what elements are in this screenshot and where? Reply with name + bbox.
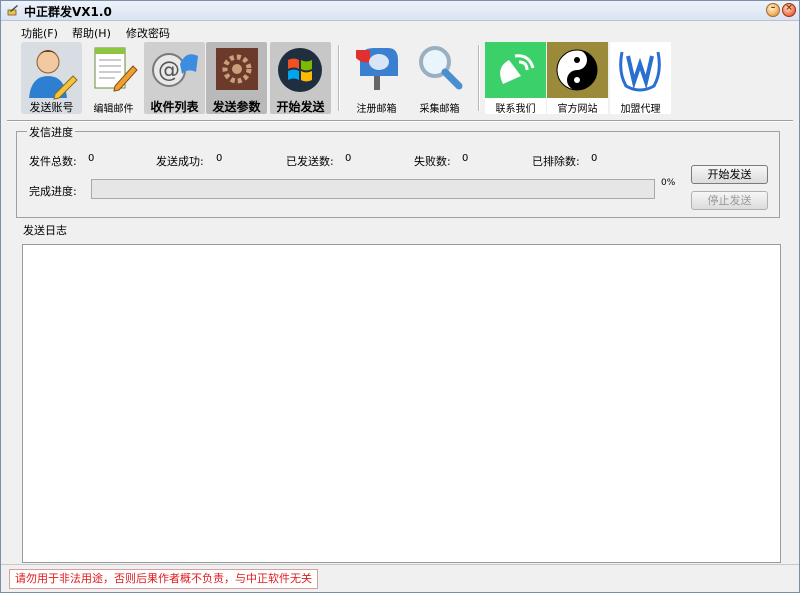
title-bar: 中正群发VX1.0 – × bbox=[1, 1, 799, 21]
close-icon: × bbox=[785, 3, 793, 13]
progress-percent: 0% bbox=[661, 178, 676, 188]
minimize-button[interactable]: – bbox=[766, 3, 780, 17]
contact-us-label: 联系我们 bbox=[495, 104, 536, 115]
recipient-list-button[interactable]: @ 收件列表 bbox=[144, 42, 205, 114]
toolbar-separator bbox=[338, 45, 340, 111]
excluded-count-value: 0 bbox=[591, 153, 598, 164]
collect-mailbox-button[interactable]: 采集邮箱 bbox=[409, 42, 470, 115]
start-send-toolbar-button[interactable]: 开始发送 bbox=[270, 42, 331, 114]
stop-send-button[interactable]: 停止发送 bbox=[691, 191, 768, 210]
toolbar-separator-2 bbox=[478, 45, 480, 111]
failed-count-value: 0 bbox=[462, 153, 469, 164]
register-mailbox-button[interactable]: 注册邮箱 bbox=[346, 42, 407, 115]
start-send-button[interactable]: 开始发送 bbox=[691, 165, 768, 184]
send-log-label: 发送日志 bbox=[23, 224, 67, 237]
menu-bar: 功能(F) 帮助(H) 修改密码 bbox=[1, 23, 799, 40]
window-title: 中正群发VX1.0 bbox=[24, 5, 112, 19]
failed-count-label: 失败数: bbox=[414, 155, 451, 168]
minimize-icon: – bbox=[770, 3, 776, 13]
excluded-count-label: 已排除数: bbox=[532, 155, 580, 168]
status-bar: 请勿用于非法用途，否则后果作者概不负责，与中正软件无关 bbox=[1, 564, 799, 593]
sent-count-value: 0 bbox=[345, 153, 352, 164]
edit-mail-label: 编辑邮件 bbox=[93, 104, 134, 115]
legal-warning-text: 请勿用于非法用途，否则后果作者概不负责，与中正软件无关 bbox=[9, 569, 318, 589]
total-count-label: 发件总数: bbox=[29, 155, 77, 168]
edit-mail-button[interactable]: 编辑邮件 bbox=[83, 42, 144, 115]
official-site-label: 官方网站 bbox=[557, 104, 598, 115]
join-agent-button[interactable]: 加盟代理 bbox=[610, 42, 671, 115]
send-log-textarea[interactable] bbox=[22, 244, 781, 563]
send-account-label: 发送账号 bbox=[29, 101, 74, 114]
register-mailbox-label: 注册邮箱 bbox=[356, 104, 397, 115]
progress-bar bbox=[91, 179, 655, 199]
toolbar: 发送账号 编辑邮件 @ 收件列表 发送参数 开始发送 注册邮箱 采集邮箱 联系我… bbox=[1, 39, 799, 119]
progress-label: 完成进度: bbox=[29, 185, 77, 198]
document-pencil-icon bbox=[94, 47, 138, 92]
magnifier-icon bbox=[419, 46, 463, 90]
svg-text:@: @ bbox=[158, 58, 180, 83]
collect-mailbox-label: 采集邮箱 bbox=[419, 104, 460, 115]
join-agent-label: 加盟代理 bbox=[620, 104, 661, 115]
progress-groupbox: 发信进度 bbox=[16, 124, 780, 218]
contact-us-button[interactable]: 联系我们 bbox=[485, 42, 546, 115]
send-account-button[interactable]: 发送账号 bbox=[21, 42, 82, 114]
official-site-button[interactable]: 官方网站 bbox=[547, 42, 608, 115]
mailbox-icon bbox=[356, 48, 398, 90]
send-params-button[interactable]: 发送参数 bbox=[206, 42, 267, 114]
start-send-toolbar-label: 开始发送 bbox=[276, 100, 325, 114]
recipient-list-label: 收件列表 bbox=[150, 100, 199, 114]
success-count-value: 0 bbox=[216, 153, 223, 164]
progress-group-title: 发信进度 bbox=[27, 124, 75, 140]
sent-count-label: 已发送数: bbox=[286, 155, 334, 168]
app-pen-icon bbox=[7, 5, 18, 16]
total-count-value: 0 bbox=[88, 153, 95, 164]
close-button[interactable]: × bbox=[782, 3, 796, 17]
success-count-label: 发送成功: bbox=[156, 155, 204, 168]
toolbar-divider bbox=[7, 120, 793, 122]
send-params-label: 发送参数 bbox=[212, 100, 261, 114]
main-window: 中正群发VX1.0 – × 功能(F) 帮助(H) 修改密码 发送账号 编辑邮件… bbox=[0, 0, 800, 593]
